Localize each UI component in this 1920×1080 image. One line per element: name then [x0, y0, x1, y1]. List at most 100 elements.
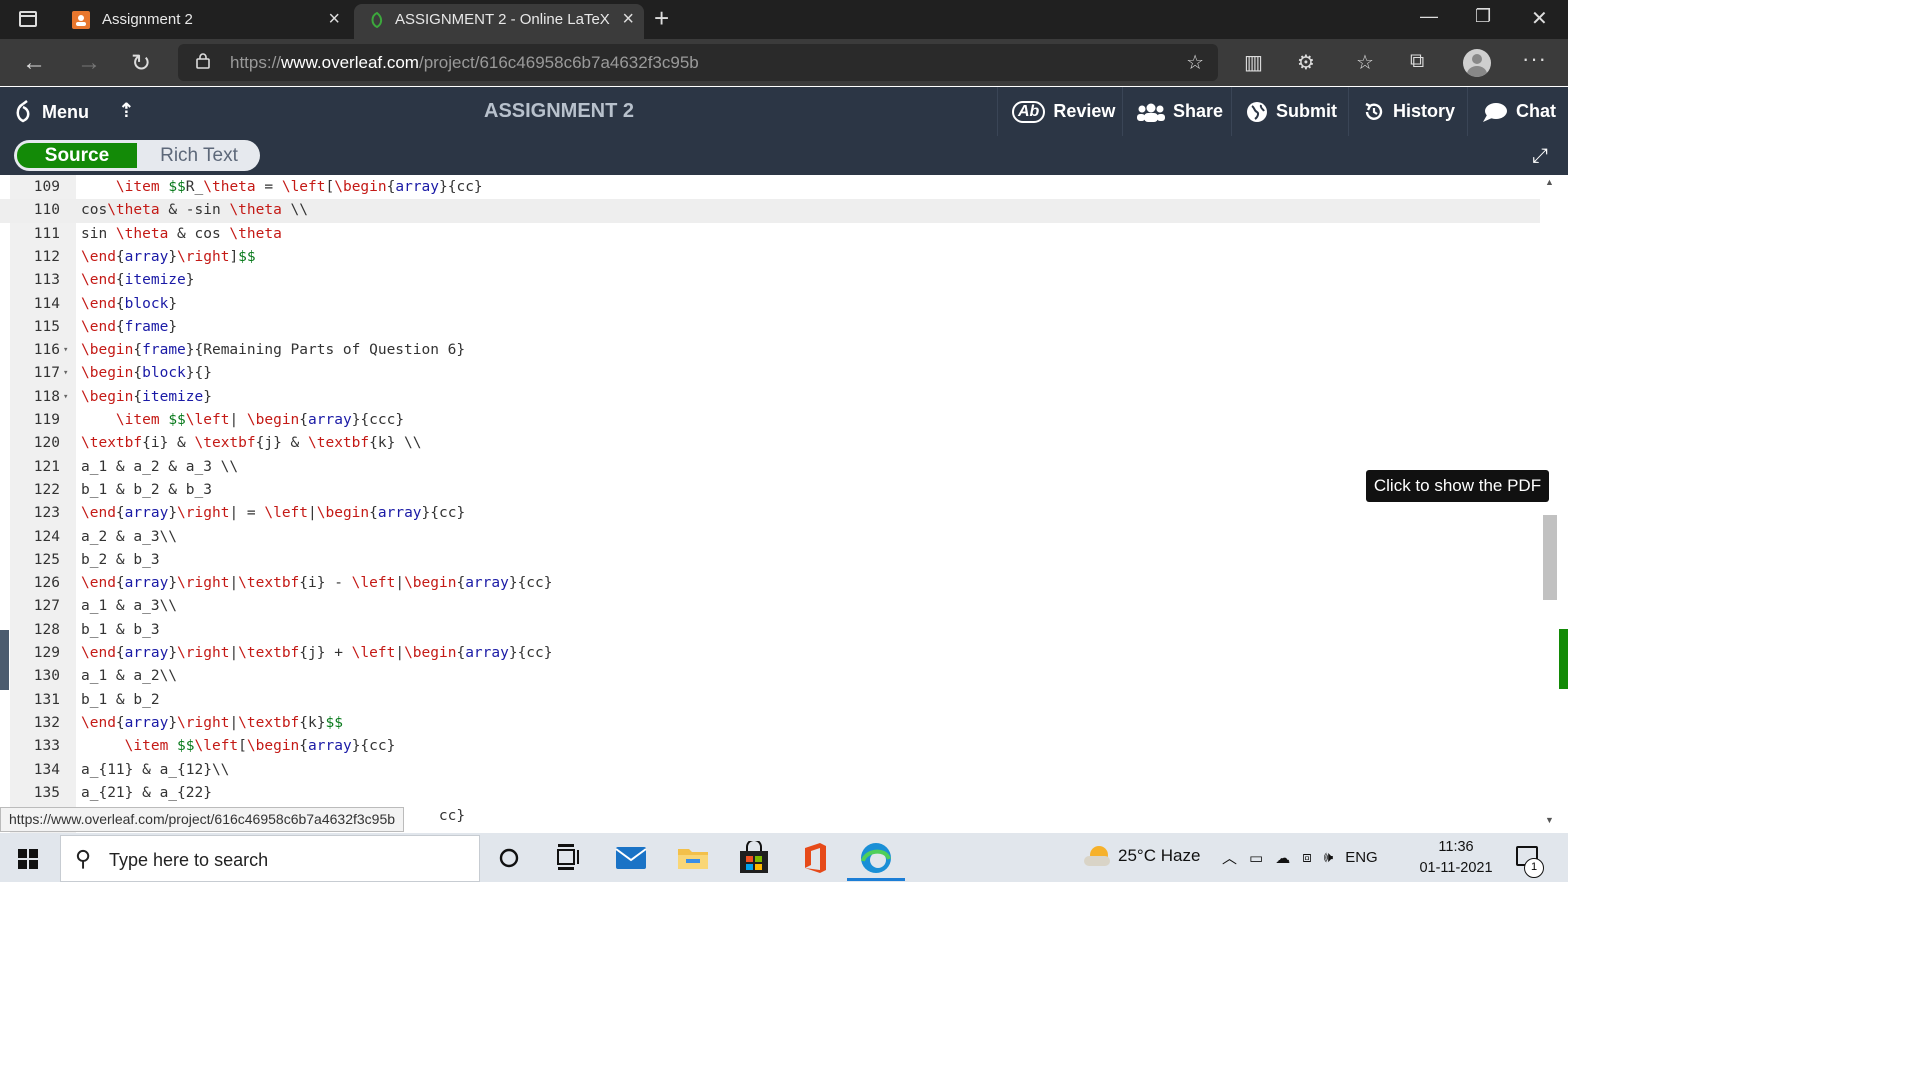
network-icon[interactable]: ⧈ [1302, 849, 1312, 866]
extensions-icon[interactable]: ⚙ [1297, 50, 1315, 75]
office-icon[interactable] [798, 841, 832, 875]
project-title[interactable]: ASSIGNMENT 2 [484, 100, 634, 123]
url-text[interactable]: https://www.overleaf.com/project/616c469… [230, 53, 699, 73]
code-text[interactable]: \item $$\left| \begin{array}{ccc} [81, 409, 404, 432]
code-line[interactable]: 109 \item $$R_\theta = \left[\begin{arra… [0, 176, 1540, 199]
address-bar[interactable]: https://www.overleaf.com/project/616c469… [178, 44, 1218, 81]
cortana-icon[interactable] [497, 841, 531, 875]
code-text[interactable]: \begin{frame}{Remaining Parts of Questio… [81, 339, 465, 362]
edge-browser-icon[interactable] [859, 841, 893, 875]
code-line[interactable]: 125 b_2 & b_3 [0, 549, 1540, 572]
windows-start-icon[interactable] [18, 849, 38, 869]
show-pdf-toggle[interactable] [1559, 629, 1568, 689]
code-text[interactable]: b_1 & b_3 [81, 619, 160, 642]
mail-icon[interactable] [614, 841, 648, 875]
code-text[interactable]: cos\theta & -sin \theta \\ [81, 199, 308, 222]
refresh-icon[interactable]: ↻ [131, 49, 151, 78]
code-text[interactable]: \end{block} [81, 293, 177, 316]
code-line[interactable]: 132 \end{array}\right|\textbf{k}$$ [0, 712, 1540, 735]
code-text[interactable]: \end{array}\right|\textbf{j} + \left|\be… [81, 642, 553, 665]
close-window-icon[interactable]: ✕ [1531, 6, 1548, 31]
code-line[interactable]: 117 ▾ \begin{block}{} [0, 362, 1540, 385]
weather-widget[interactable]: 25°C Haze [1084, 846, 1200, 866]
code-text[interactable]: a_2 & a_3\\ [81, 526, 177, 549]
restore-icon[interactable]: ❐ [1475, 6, 1491, 27]
code-text[interactable]: a_{21} & a_{22} [81, 782, 212, 805]
code-text[interactable]: b_1 & b_2 [81, 689, 160, 712]
code-text[interactable]: b_2 & b_3 [81, 549, 160, 572]
code-line[interactable]: 130 a_1 & a_2\\ [0, 665, 1540, 688]
left-panel-toggle[interactable] [0, 630, 9, 690]
taskbar-search-box[interactable]: ⚲ Type here to search [60, 835, 480, 882]
code-line[interactable]: 113 \end{itemize} [0, 269, 1540, 292]
code-line[interactable]: 114 \end{block} [0, 293, 1540, 316]
lock-icon[interactable] [196, 53, 210, 69]
new-tab-button[interactable]: + [654, 3, 669, 34]
profile-avatar[interactable] [1463, 49, 1491, 77]
menu-button[interactable]: Menu [12, 97, 89, 127]
browser-tab-overleaf[interactable]: ASSIGNMENT 2 - Online LaTeX E × [354, 4, 644, 39]
rich-text-mode-button[interactable]: Rich Text [144, 143, 254, 168]
scrollbar-thumb[interactable] [1543, 515, 1557, 600]
code-line[interactable]: 120 \textbf{i} & \textbf{j} & \textbf{k} … [0, 432, 1540, 455]
code-line[interactable]: 135 a_{21} & a_{22} [0, 782, 1540, 805]
store-icon[interactable] [737, 841, 771, 875]
code-text[interactable]: \item $$\left[\begin{array}{cc} [81, 735, 396, 758]
close-tab-icon[interactable]: × [622, 8, 634, 31]
code-line[interactable]: 111 sin \theta & cos \theta [0, 223, 1540, 246]
favorites-icon[interactable]: ☆ [1356, 50, 1374, 75]
task-view-icon[interactable] [556, 841, 590, 875]
back-icon[interactable]: ← [22, 49, 46, 77]
share-button[interactable]: Share [1122, 87, 1230, 136]
file-explorer-icon[interactable] [676, 841, 710, 875]
code-text[interactable]: a_1 & a_2 & a_3 \\ [81, 456, 238, 479]
code-line[interactable]: 126 \end{array}\right|\textbf{i} - \left|… [0, 572, 1540, 595]
code-line[interactable]: 133 \item $$\left[\begin{array}{cc} [0, 735, 1540, 758]
fold-toggle-icon[interactable]: ▾ [63, 386, 68, 409]
code-line[interactable]: 116 ▾ \begin{frame}{Remaining Parts of Que… [0, 339, 1540, 362]
code-line[interactable]: 129 \end{array}\right|\textbf{j} + \left|… [0, 642, 1540, 665]
collections-icon[interactable]: ⧉ [1410, 50, 1424, 73]
volume-icon[interactable]: 🕪 [1324, 849, 1333, 866]
code-line[interactable]: 118 ▾ \begin{itemize} [0, 386, 1540, 409]
code-text[interactable]: a_1 & a_3\\ [81, 595, 177, 618]
scroll-down-icon[interactable]: ▼ [1545, 815, 1554, 825]
fold-toggle-icon[interactable]: ▾ [63, 339, 68, 362]
code-line[interactable]: 119 \item $$\left| \begin{array}{ccc} [0, 409, 1540, 432]
code-text[interactable]: \textbf{i} & \textbf{j} & \textbf{k} \\ [81, 432, 422, 455]
fold-toggle-icon[interactable]: ▾ [63, 362, 68, 385]
code-line[interactable]: 128 b_1 & b_3 [0, 619, 1540, 642]
code-text[interactable]: sin \theta & cos \theta [81, 223, 282, 246]
code-editor[interactable]: 109 \item $$R_\theta = \left[\begin{arra… [0, 175, 1568, 833]
code-text[interactable]: \end{array}\right| = \left|\begin{array}… [81, 502, 465, 525]
code-line[interactable]: 112 \end{array}\right]$$ [0, 246, 1540, 269]
onedrive-cloud-icon[interactable]: ☁ [1275, 849, 1290, 867]
browser-tab-assignment[interactable]: Assignment 2 × [58, 4, 350, 39]
code-text[interactable]: \end{itemize} [81, 269, 195, 292]
code-line[interactable]: 115 \end{frame} [0, 316, 1540, 339]
code-text[interactable]: b_1 & b_2 & b_3 [81, 479, 212, 502]
taskbar-clock[interactable]: 11:36 01-11-2021 [1414, 837, 1498, 879]
code-text[interactable]: a_1 & a_2\\ [81, 665, 177, 688]
code-line[interactable]: 134 a_{11} & a_{12}\\ [0, 759, 1540, 782]
code-line[interactable]: 123 \end{array}\right| = \left|\begin{arr… [0, 502, 1540, 525]
code-text[interactable]: a_{11} & a_{12}\\ [81, 759, 229, 782]
language-indicator[interactable]: ENG [1345, 849, 1378, 866]
add-favorite-icon[interactable]: ☆ [1186, 50, 1204, 75]
expand-editor-icon[interactable]: ⤢ [1532, 145, 1548, 168]
chat-button[interactable]: Chat [1467, 87, 1568, 136]
forward-icon[interactable]: → [77, 49, 101, 77]
code-line[interactable]: 131 b_1 & b_2 [0, 689, 1540, 712]
scroll-up-icon[interactable]: ▲ [1545, 177, 1554, 187]
minimize-icon[interactable]: — [1420, 6, 1438, 27]
code-line[interactable]: 121 a_1 & a_2 & a_3 \\ [0, 456, 1540, 479]
review-button[interactable]: Ab Review [997, 87, 1121, 136]
show-hidden-icons-icon[interactable]: ︿ [1222, 847, 1237, 868]
code-text[interactable]: \begin{block}{} [81, 362, 212, 385]
history-button[interactable]: History [1348, 87, 1466, 136]
code-line[interactable]: 127 a_1 & a_3\\ [0, 595, 1540, 618]
close-tab-icon[interactable]: × [328, 8, 340, 31]
code-line[interactable]: 122 b_1 & b_2 & b_3 [0, 479, 1540, 502]
code-line[interactable]: 124 a_2 & a_3\\ [0, 526, 1540, 549]
code-line[interactable]: 110 cos\theta & -sin \theta \\ [0, 199, 1540, 223]
